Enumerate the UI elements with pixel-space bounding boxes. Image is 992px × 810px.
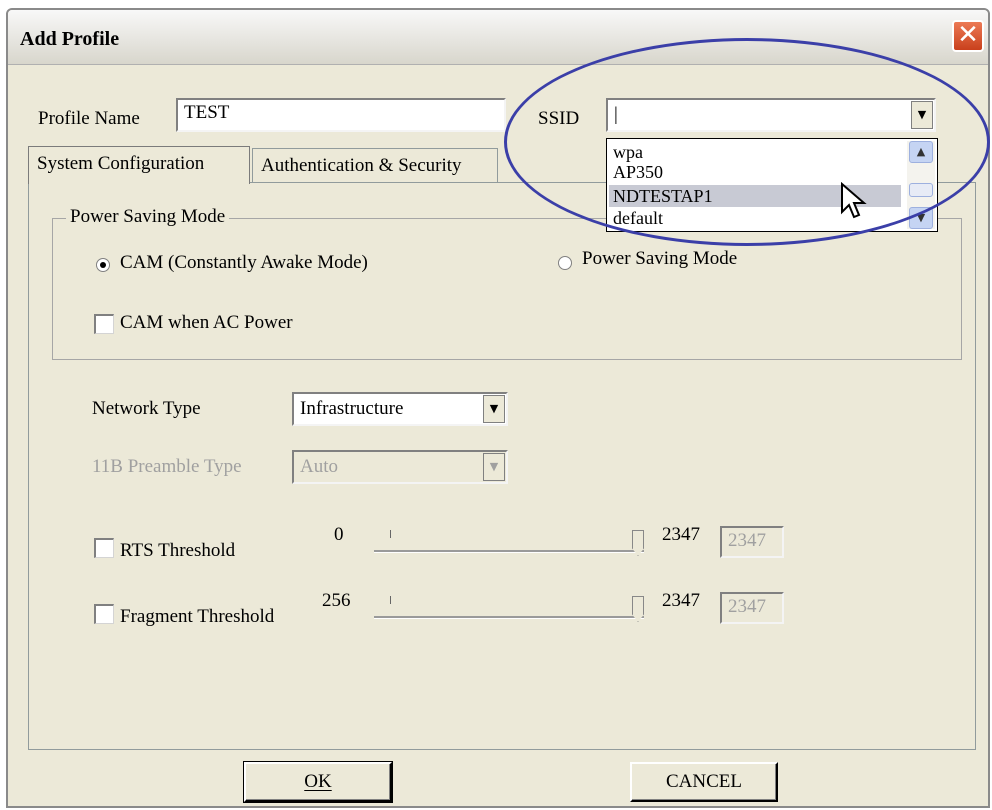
power-saving-mode-label[interactable]: Power Saving Mode: [582, 248, 737, 270]
close-icon: ✕: [957, 20, 979, 50]
mouse-pointer-icon: [841, 182, 867, 219]
network-type-label: Network Type: [92, 398, 201, 419]
rts-value-field: 2347: [720, 526, 784, 558]
cam-radio-label[interactable]: CAM (Constantly Awake Mode): [120, 252, 368, 274]
window-title: Add Profile: [20, 28, 120, 50]
preamble-type-select: Auto ▼: [292, 450, 508, 484]
fragment-value-field: 2347: [720, 592, 784, 624]
network-type-value: Infrastructure: [300, 398, 404, 419]
radio-selected-dot: [100, 262, 106, 268]
preamble-type-label: 11B Preamble Type: [92, 456, 242, 477]
cancel-button[interactable]: CANCEL: [630, 762, 778, 802]
fragment-value: 2347: [728, 596, 766, 617]
slider-tick: [390, 596, 391, 604]
tab-label: System Configuration: [37, 153, 205, 174]
profile-name-value: TEST: [184, 102, 230, 123]
rts-threshold-label[interactable]: RTS Threshold: [120, 540, 235, 562]
fragment-threshold-label[interactable]: Fragment Threshold: [120, 606, 274, 628]
tab-label: Authentication & Security: [261, 155, 462, 176]
preamble-dropdown-button: ▼: [483, 453, 505, 481]
ok-button-label: OK: [304, 771, 332, 792]
rts-threshold-slider[interactable]: [374, 526, 644, 566]
chevron-down-icon: ▼: [489, 402, 499, 415]
slider-track: [374, 550, 644, 553]
network-type-dropdown-button[interactable]: ▼: [483, 395, 505, 423]
power-saving-mode-radio[interactable]: [558, 256, 572, 270]
tab-authentication-security[interactable]: Authentication & Security: [252, 148, 498, 182]
preamble-type-value: Auto: [300, 456, 338, 477]
highlight-ellipse: [504, 38, 990, 246]
tab-system-configuration[interactable]: System Configuration: [28, 146, 250, 184]
rts-max-label: 2347: [662, 524, 700, 545]
fragment-threshold-checkbox[interactable]: [94, 604, 114, 624]
rts-threshold-checkbox[interactable]: [94, 538, 114, 558]
profile-name-input[interactable]: TEST: [176, 98, 506, 132]
rts-min-label: 0: [334, 524, 344, 545]
ok-button[interactable]: OK: [243, 761, 393, 803]
fragment-max-label: 2347: [662, 590, 700, 611]
chevron-down-icon: ▼: [489, 460, 499, 473]
cam-ac-power-checkbox[interactable]: [94, 314, 114, 334]
slider-tick: [390, 530, 391, 538]
cancel-button-label: CANCEL: [666, 771, 742, 792]
slider-track: [374, 616, 644, 619]
network-type-select[interactable]: Infrastructure ▼: [292, 392, 508, 426]
profile-name-label: Profile Name: [38, 108, 140, 129]
cam-ac-power-label[interactable]: CAM when AC Power: [120, 312, 293, 334]
cam-radio[interactable]: [96, 258, 110, 272]
power-saving-group-title: Power Saving Mode: [66, 206, 230, 228]
fragment-threshold-slider[interactable]: [374, 592, 644, 632]
close-button[interactable]: ✕: [952, 20, 984, 52]
rts-value: 2347: [728, 530, 766, 551]
fragment-min-label: 256: [322, 590, 351, 611]
